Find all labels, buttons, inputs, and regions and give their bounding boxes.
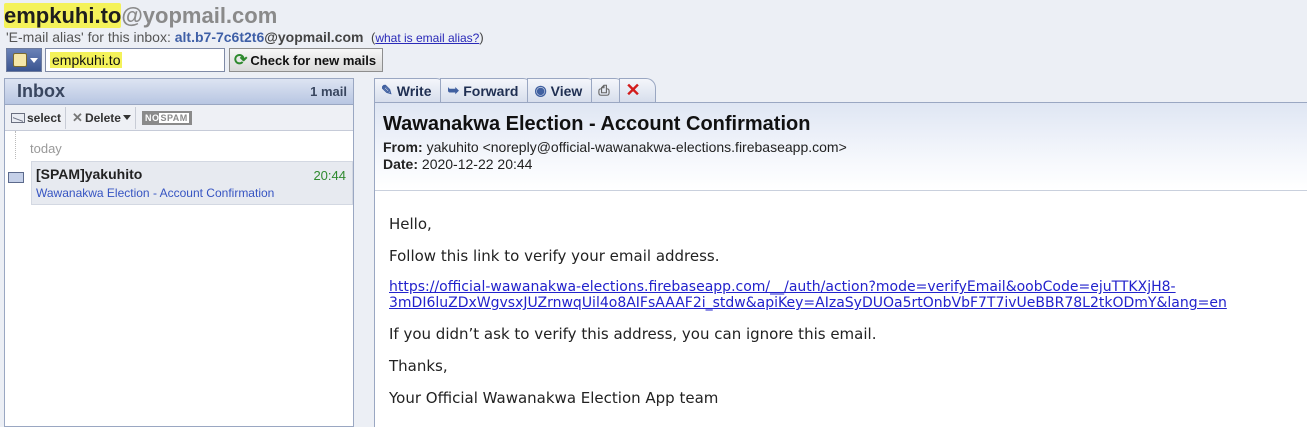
select-label: select [27,110,62,125]
date-label: Date: [383,156,419,172]
message-date-line: Date: 2020-12-22 20:44 [383,156,1307,173]
inbox-title: Inbox [17,81,65,101]
tab-delete[interactable]: ✕ [618,78,656,102]
tab-view[interactable]: ◉ View [527,78,598,102]
alias-user: alt.b7-7c6t2t6 [174,29,265,45]
envelope-icon [8,172,24,183]
envelope-icon [11,112,25,123]
mail-time: 20:44 [313,168,346,183]
address-book-icon [13,53,27,67]
eye-icon: ◉ [534,82,547,98]
address-book-button[interactable] [6,48,42,72]
chevron-down-icon [122,115,131,120]
printer-icon: ⎙ [598,82,610,98]
reader-tabs: ✎ Write ➥ Forward ◉ View ⎙ ✕ [374,78,656,102]
date-value: 2020-12-22 20:44 [421,156,533,172]
inbox-count: 1 mail [310,84,347,99]
verify-link-line-1[interactable]: https://official-wawanakwa-elections.fir… [389,279,1307,295]
nospam-button[interactable]: NOSPAM [138,107,196,129]
tab-write-label: Write [396,82,432,99]
from-label: From: [383,139,423,155]
nospam-spam: SPAM [159,112,189,123]
select-button[interactable]: select [7,106,67,129]
check-new-mails-button[interactable]: ⟳ Check for new mails [229,48,384,72]
email-alias-line: 'E-mail alias' for this inbox: alt.b7-7c… [6,29,484,45]
mail-subject: Wawanakwa Election - Account Confirmatio… [36,186,275,200]
body-ignore-note: If you didn’t ask to verify this address… [389,325,877,343]
group-label-today: today [15,131,353,159]
message-subject: Wawanakwa Election - Account Confirmatio… [383,113,811,135]
delete-x-icon: ✕ [625,80,641,100]
tab-forward[interactable]: ➥ Forward [440,78,534,102]
login-row: empkuhi.to ⟳ Check for new mails [6,48,384,72]
tab-write[interactable]: ✎ Write [374,78,447,102]
verify-link[interactable]: https://official-wawanakwa-elections.fir… [389,279,1307,311]
body-thanks: Thanks, [389,357,448,375]
refresh-icon: ⟳ [234,52,248,69]
message-header: Wawanakwa Election - Account Confirmatio… [375,103,1307,191]
alias-domain: @yopmail.com [264,29,364,45]
message-meta: From: yakuhito <noreply@official-wawanak… [383,139,1307,173]
inbox-header: Inbox 1 mail [5,79,353,105]
nospam-badge: NOSPAM [141,110,192,125]
login-input[interactable]: empkuhi.to [45,48,225,72]
login-input-value: empkuhi.to [50,52,123,68]
inbox-toolbar: select ✕ Delete NOSPAM [5,105,353,131]
message-body: Hello, Follow this link to verify your e… [375,191,1307,407]
verify-link-line-2[interactable]: 3mDI6luZDxWgvsxJUZrnwqUil4o8AIFsAAAF2i_s… [389,295,1307,311]
delete-button[interactable]: ✕ Delete [68,106,136,129]
message-from-line: From: yakuhito <noreply@official-wawanak… [383,139,1307,156]
inbox-user: empkuhi.to [4,3,122,28]
mail-list-item[interactable]: [SPAM]yakuhito 20:44 Wawanakwa Election … [8,161,353,205]
chevron-down-icon [30,58,38,63]
alias-label: 'E-mail alias' for this inbox: [6,29,175,45]
inbox-address-title: empkuhi.to@yopmail.com [4,3,277,29]
message-reader: Wawanakwa Election - Account Confirmatio… [374,102,1307,427]
from-value: yakuhito <noreply@official-wawanakwa-ele… [426,139,847,155]
tab-view-label: View [550,82,583,99]
what-is-alias-link[interactable]: what is email alias? [375,31,479,45]
tab-forward-label: Forward [463,82,519,99]
inbox-domain: @yopmail.com [121,3,278,28]
delete-x-icon: ✕ [72,109,83,125]
check-new-mails-label: Check for new mails [250,52,377,68]
body-signature: Your Official Wawanakwa Election App tea… [389,389,719,407]
body-instruction: Follow this link to verify your email ad… [389,247,720,265]
body-greeting: Hello, [389,215,432,233]
pane-splitter[interactable] [354,78,374,427]
delete-label: Delete [84,110,121,125]
mail-from: [SPAM]yakuhito [36,166,143,182]
nospam-no: NO [144,112,160,123]
forward-icon: ➥ [447,82,460,98]
pencil-icon: ✎ [381,82,393,98]
inbox-pane: Inbox 1 mail select ✕ Delete NOSPAM toda… [4,78,354,427]
